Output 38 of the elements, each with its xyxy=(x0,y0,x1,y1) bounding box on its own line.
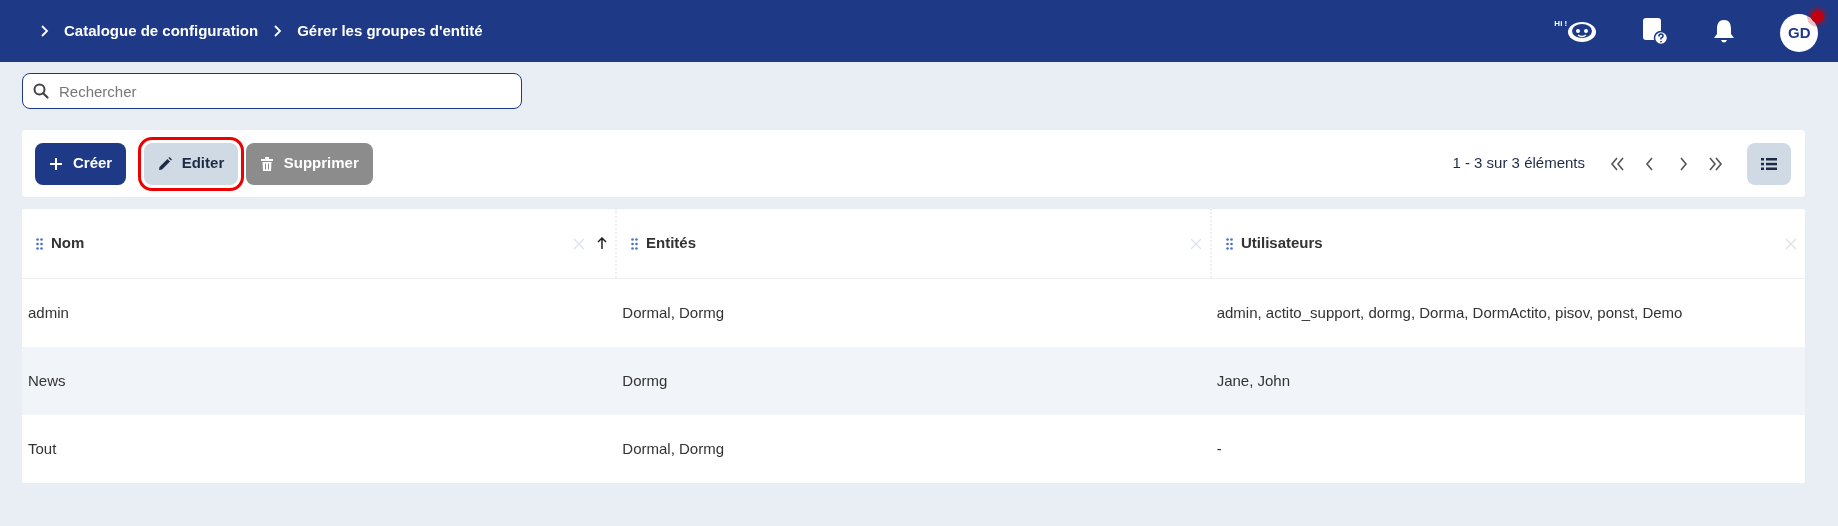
column-title: Entités xyxy=(646,233,696,254)
table-cell-text: - xyxy=(1215,438,1223,459)
breadcrumb-link[interactable]: Catalogue de configuration xyxy=(64,19,259,43)
column-title: Nom xyxy=(51,233,85,254)
help-document-icon[interactable] xyxy=(1642,17,1669,45)
drag-handle-icon[interactable] xyxy=(36,237,43,250)
table-cell-text: Jane, John xyxy=(1215,370,1292,391)
table-cell-text: Tout xyxy=(27,438,58,459)
table-cell-text: Dormal, Dormg xyxy=(621,438,725,459)
search-field[interactable]: Rechercher xyxy=(22,73,522,109)
sort-ascending-icon[interactable] xyxy=(597,237,607,250)
header-cell[interactable]: Utilisateurs xyxy=(1212,209,1805,278)
table-cell-text: Dormal, Dormg xyxy=(621,302,725,323)
drag-handle-icon[interactable] xyxy=(631,237,638,250)
table-cell-text: News xyxy=(27,370,67,391)
chevron-right-icon xyxy=(40,25,49,37)
header-cell[interactable]: Nom xyxy=(22,209,617,278)
header-cell[interactable]: Entités xyxy=(617,209,1212,278)
drag-handle-icon[interactable] xyxy=(1226,237,1233,250)
plus-icon xyxy=(49,156,63,171)
pencil-icon xyxy=(157,156,172,171)
pagination-label: 1 - 3 sur 3 éléments xyxy=(1452,153,1585,174)
avatar-initials: GD xyxy=(1788,22,1811,43)
chevron-right-icon xyxy=(273,25,283,37)
create-button[interactable]: Créer xyxy=(35,142,127,185)
table-cell-text: admin xyxy=(27,302,70,323)
user-avatar[interactable]: GD xyxy=(1780,14,1819,52)
list-view-button[interactable] xyxy=(1747,142,1791,185)
breadcrumb-link[interactable]: Gérer les groupes d'entité xyxy=(297,19,483,43)
table-cell-text: admin, actito_support, dormg, Dorma, DormActito, pisov, ponst, Demo xyxy=(1215,302,1684,323)
bell-icon[interactable] xyxy=(1713,19,1736,43)
assistant-button[interactable]: Hi ! xyxy=(1554,18,1598,44)
search-icon xyxy=(33,83,49,99)
table-cell-text: Dormg xyxy=(621,370,669,391)
assistant-greeting: Hi ! xyxy=(1554,18,1568,30)
list-icon xyxy=(1761,156,1777,171)
trash-icon xyxy=(259,156,274,171)
column-title: Utilisateurs xyxy=(1241,233,1323,254)
